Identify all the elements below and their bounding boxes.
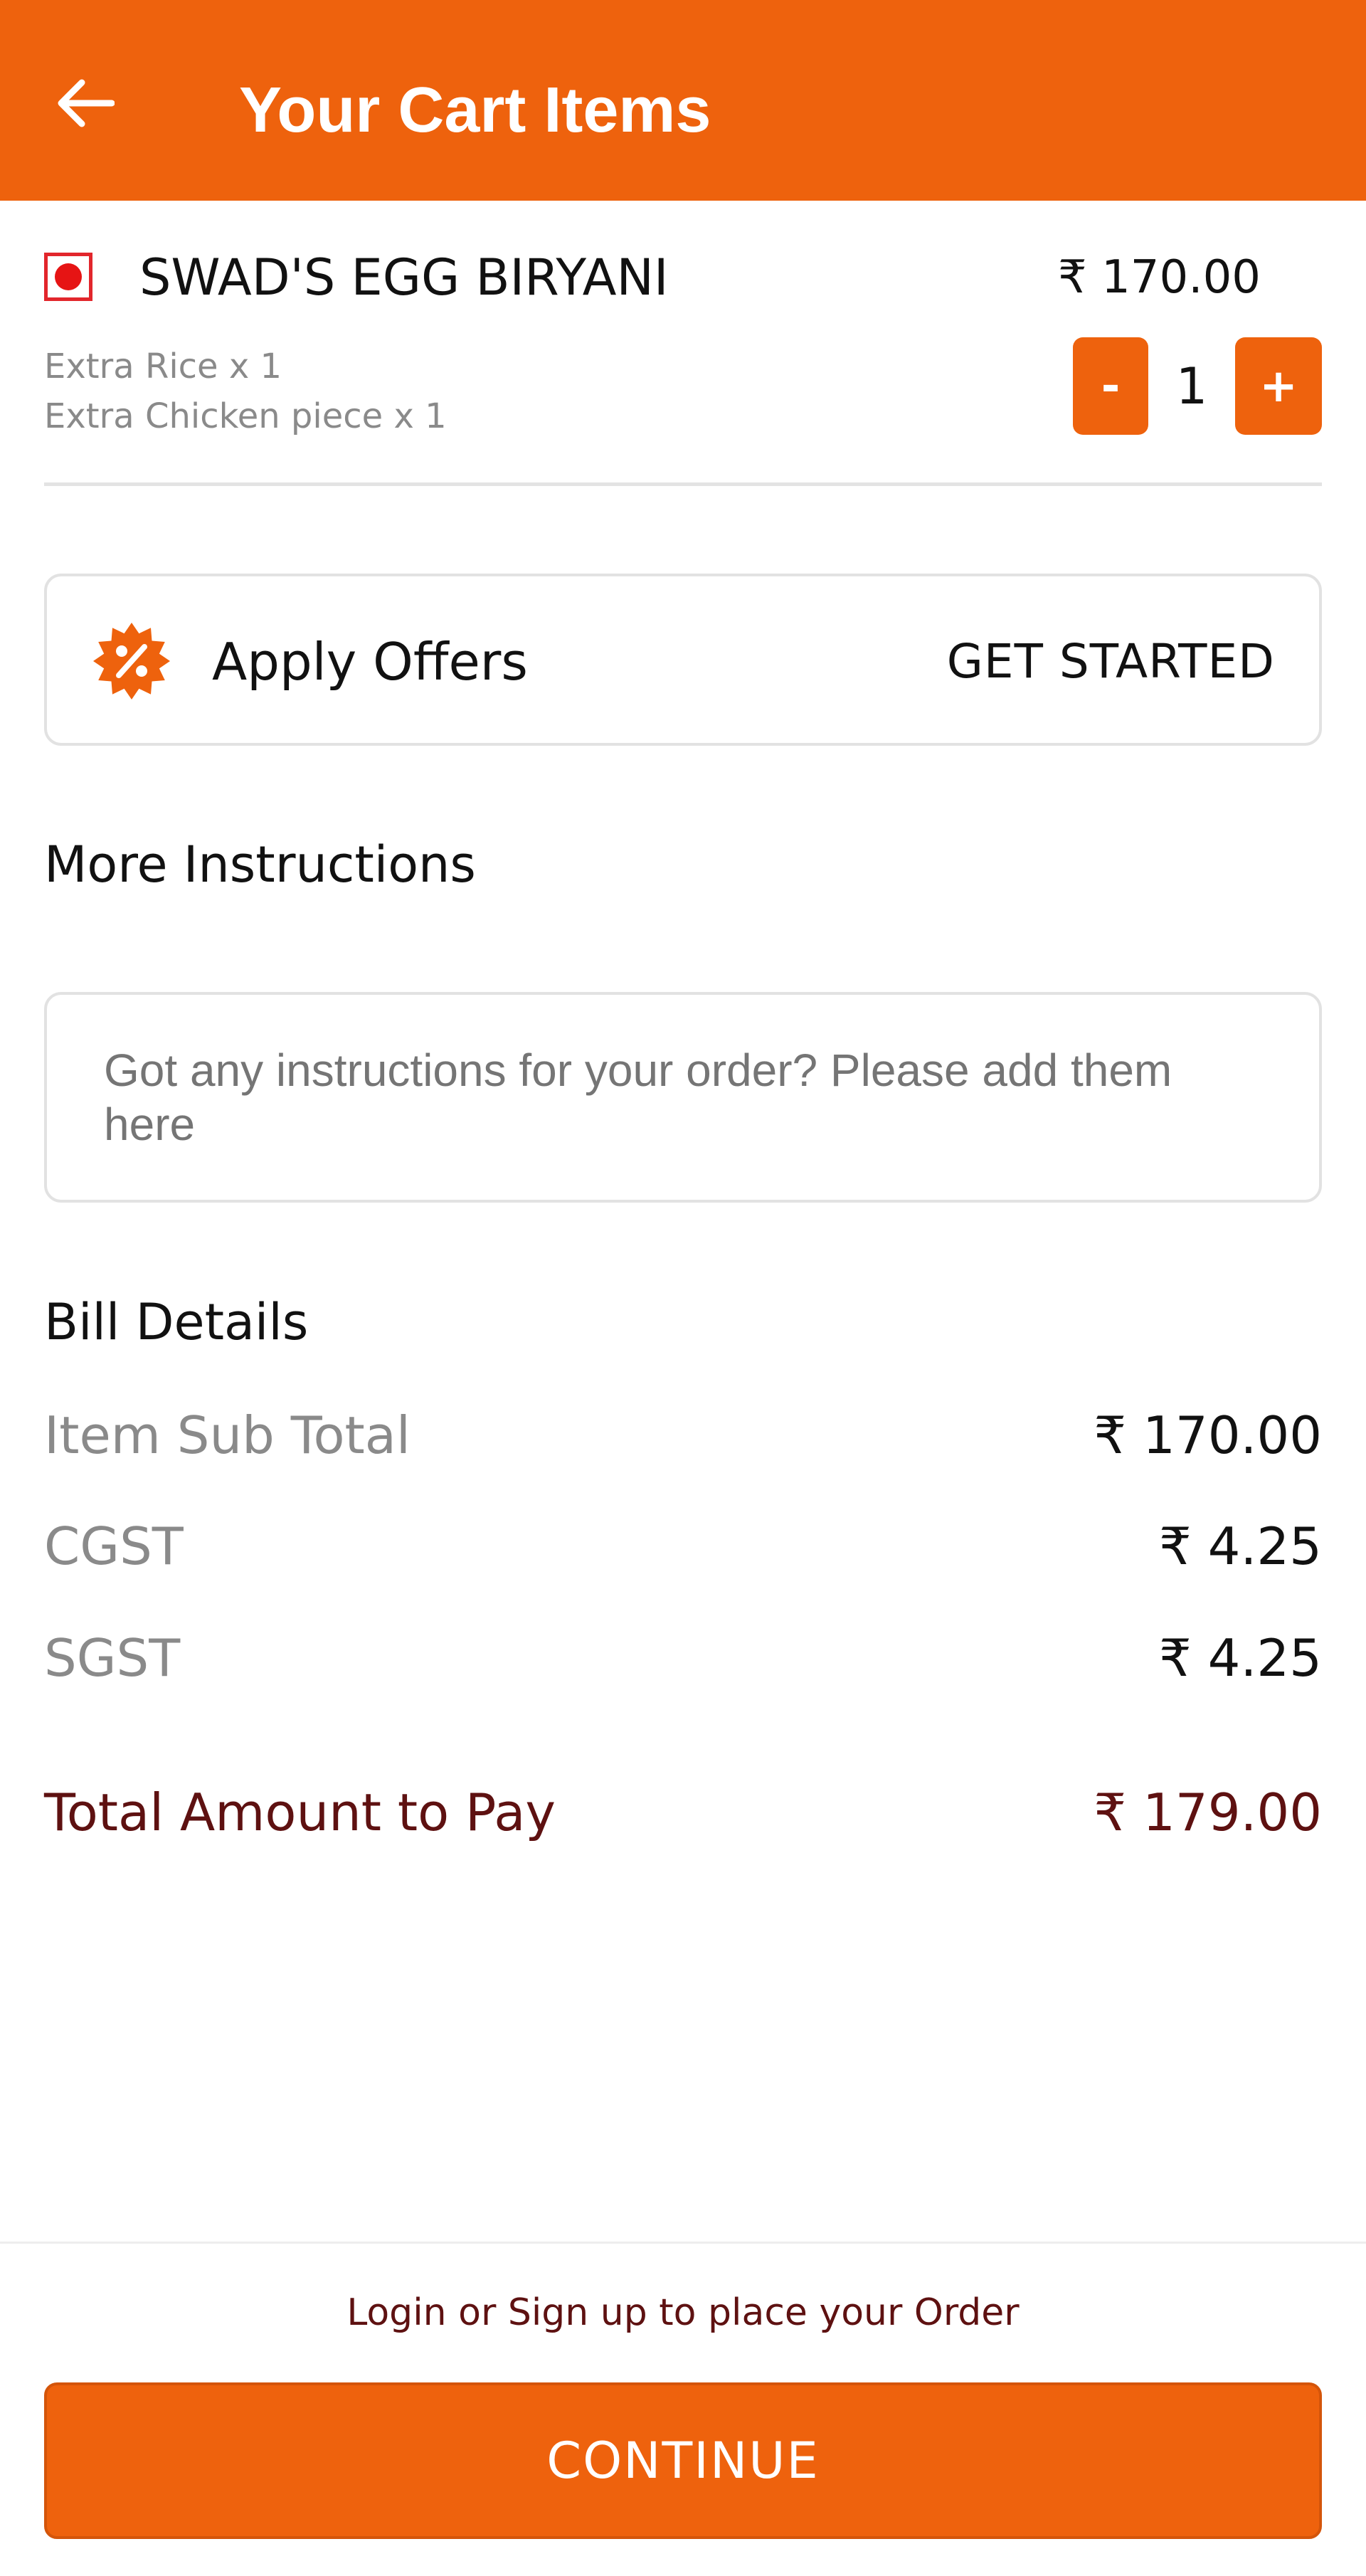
bill-label: CGST — [44, 1516, 184, 1576]
cart-item-name: SWAD'S EGG BIRYANI — [139, 248, 669, 307]
cart-item-addon: Extra Chicken piece x 1 — [44, 396, 447, 436]
bill-label: SGST — [44, 1628, 181, 1688]
bill-label: Item Sub Total — [44, 1405, 411, 1465]
bill-row-subtotal: Item Sub Total ₹ 170.00 — [44, 1400, 1322, 1471]
bill-row-sgst: SGST ₹ 4.25 — [44, 1622, 1322, 1694]
quantity-value: 1 — [1175, 357, 1208, 416]
cart-item-price: ₹ 170.00 — [1058, 251, 1261, 304]
bill-details-title: Bill Details — [44, 1293, 309, 1351]
page-title: Your Cart Items — [239, 75, 711, 146]
instructions-title: More Instructions — [44, 835, 476, 894]
get-started-link[interactable]: GET STARTED — [947, 626, 1275, 697]
footer-divider — [0, 2242, 1366, 2244]
cart-item-addon: Extra Rice x 1 — [44, 347, 282, 386]
total-label: Total Amount to Pay — [44, 1783, 556, 1842]
back-button[interactable] — [50, 68, 121, 139]
login-signup-prompt[interactable]: Login or Sign up to place your Order — [0, 2288, 1366, 2338]
bill-value: ₹ 4.25 — [1158, 1628, 1322, 1688]
non-veg-mark-icon — [44, 253, 92, 301]
apply-offers-card[interactable]: Apply Offers GET STARTED — [44, 574, 1322, 746]
app-bar: Your Cart Items — [0, 0, 1366, 201]
arrow-left-icon — [58, 79, 115, 127]
increment-quantity-button[interactable]: + — [1235, 337, 1322, 435]
decrement-quantity-button[interactable]: - — [1073, 337, 1148, 435]
bill-value: ₹ 170.00 — [1094, 1405, 1322, 1465]
instructions-input[interactable]: Got any instructions for your order? Ple… — [44, 992, 1322, 1203]
total-value: ₹ 179.00 — [1094, 1783, 1322, 1842]
discount-badge-icon — [93, 623, 170, 700]
bill-row-total: Total Amount to Pay ₹ 179.00 — [44, 1777, 1322, 1848]
bill-value: ₹ 4.25 — [1158, 1516, 1322, 1576]
bill-row-cgst: CGST ₹ 4.25 — [44, 1511, 1322, 1582]
apply-offers-label: Apply Offers — [212, 632, 528, 692]
divider — [44, 482, 1322, 486]
continue-button[interactable]: CONTINUE — [44, 2382, 1322, 2539]
